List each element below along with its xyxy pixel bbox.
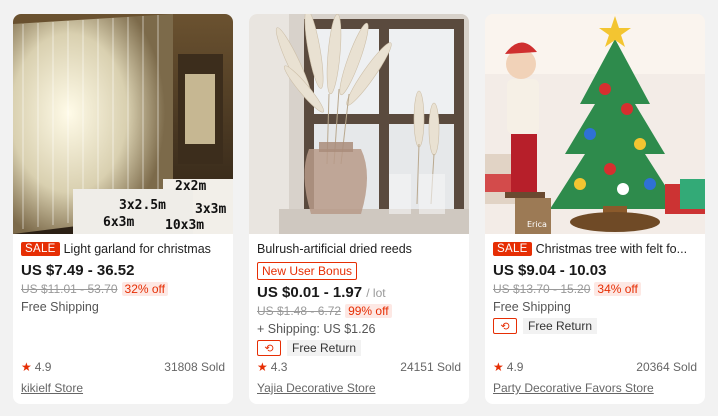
store-link[interactable]: Party Decorative Favors Store [493,381,654,395]
size-label: 3x3m [195,202,227,217]
rating: ★ 4.9 [21,360,51,374]
rating-value: 4.3 [270,360,288,374]
original-price: US $13.70 - 15.20 [493,282,591,296]
discount-badge: 32% off [121,282,168,296]
product-price: US $0.01 - 1.97 / lot [257,284,461,301]
sale-badge: SALE [21,242,60,256]
product-card[interactable]: Bulrush-artificial dried reeds New User … [249,14,469,404]
star-icon: ★ [493,360,504,374]
size-label: 6x3m [103,215,135,230]
rating: ★ 4.9 [493,360,523,374]
sale-badge: SALE [493,242,532,256]
discount-badge: 34% off [594,282,641,296]
store-link[interactable]: kikielf Store [21,381,83,395]
size-label: 10x3m [165,218,205,233]
free-return-label: Free Return [287,340,362,356]
free-return: ⟲ Free Return [493,318,697,334]
product-image[interactable]: 2x2m 3x2.5m 3x3m 6x3m 10x3m [13,14,233,234]
product-title[interactable]: Light garland for christmas [64,242,211,256]
price-value: US $0.01 - 1.97 [257,284,363,301]
shipping-info: + Shipping: US $1.26 [257,322,376,336]
new-user-bonus-badge: New User Bonus [257,262,358,280]
shipping-info: Free Shipping [493,300,571,314]
sold-count: 20364 Sold [636,360,697,374]
original-price: US $11.01 - 53.70 [21,282,118,296]
free-return-icon: ⟲ [257,340,281,356]
rating-value: 4.9 [506,360,524,374]
discount-badge: 99% off [345,304,392,318]
rating: ★ 4.3 [257,360,287,374]
star-icon: ★ [257,360,268,374]
rating-value: 4.9 [34,360,52,374]
image-caption: Erica [527,220,547,229]
product-image[interactable] [249,14,469,234]
original-price: US $1.48 - 6.72 [257,304,342,318]
product-title[interactable]: Christmas tree with felt fo... [536,242,687,256]
sold-count: 31808 Sold [164,360,225,374]
product-card[interactable]: Erica SALE Christmas tree with felt fo..… [485,14,705,404]
product-price: US $7.49 - 36.52 [21,262,135,279]
free-return-icon: ⟲ [493,318,517,334]
sold-count: 24151 Sold [400,360,461,374]
product-title[interactable]: Bulrush-artificial dried reeds [257,242,412,256]
free-return: ⟲ Free Return [257,340,461,356]
size-labels-overlay: 2x2m 3x2.5m 3x3m 6x3m 10x3m [13,14,233,234]
price-unit: / lot [366,286,386,300]
size-label: 3x2.5m [119,198,166,213]
product-image[interactable]: Erica [485,14,705,234]
shipping-info: Free Shipping [21,300,99,314]
size-label: 2x2m [175,179,207,194]
star-icon: ★ [21,360,32,374]
product-grid: 2x2m 3x2.5m 3x3m 6x3m 10x3m SALE Light g… [0,0,718,416]
free-return-label: Free Return [523,318,598,334]
product-price: US $9.04 - 10.03 [493,262,607,279]
store-link[interactable]: Yajia Decorative Store [257,381,376,395]
product-card[interactable]: 2x2m 3x2.5m 3x3m 6x3m 10x3m SALE Light g… [13,14,233,404]
